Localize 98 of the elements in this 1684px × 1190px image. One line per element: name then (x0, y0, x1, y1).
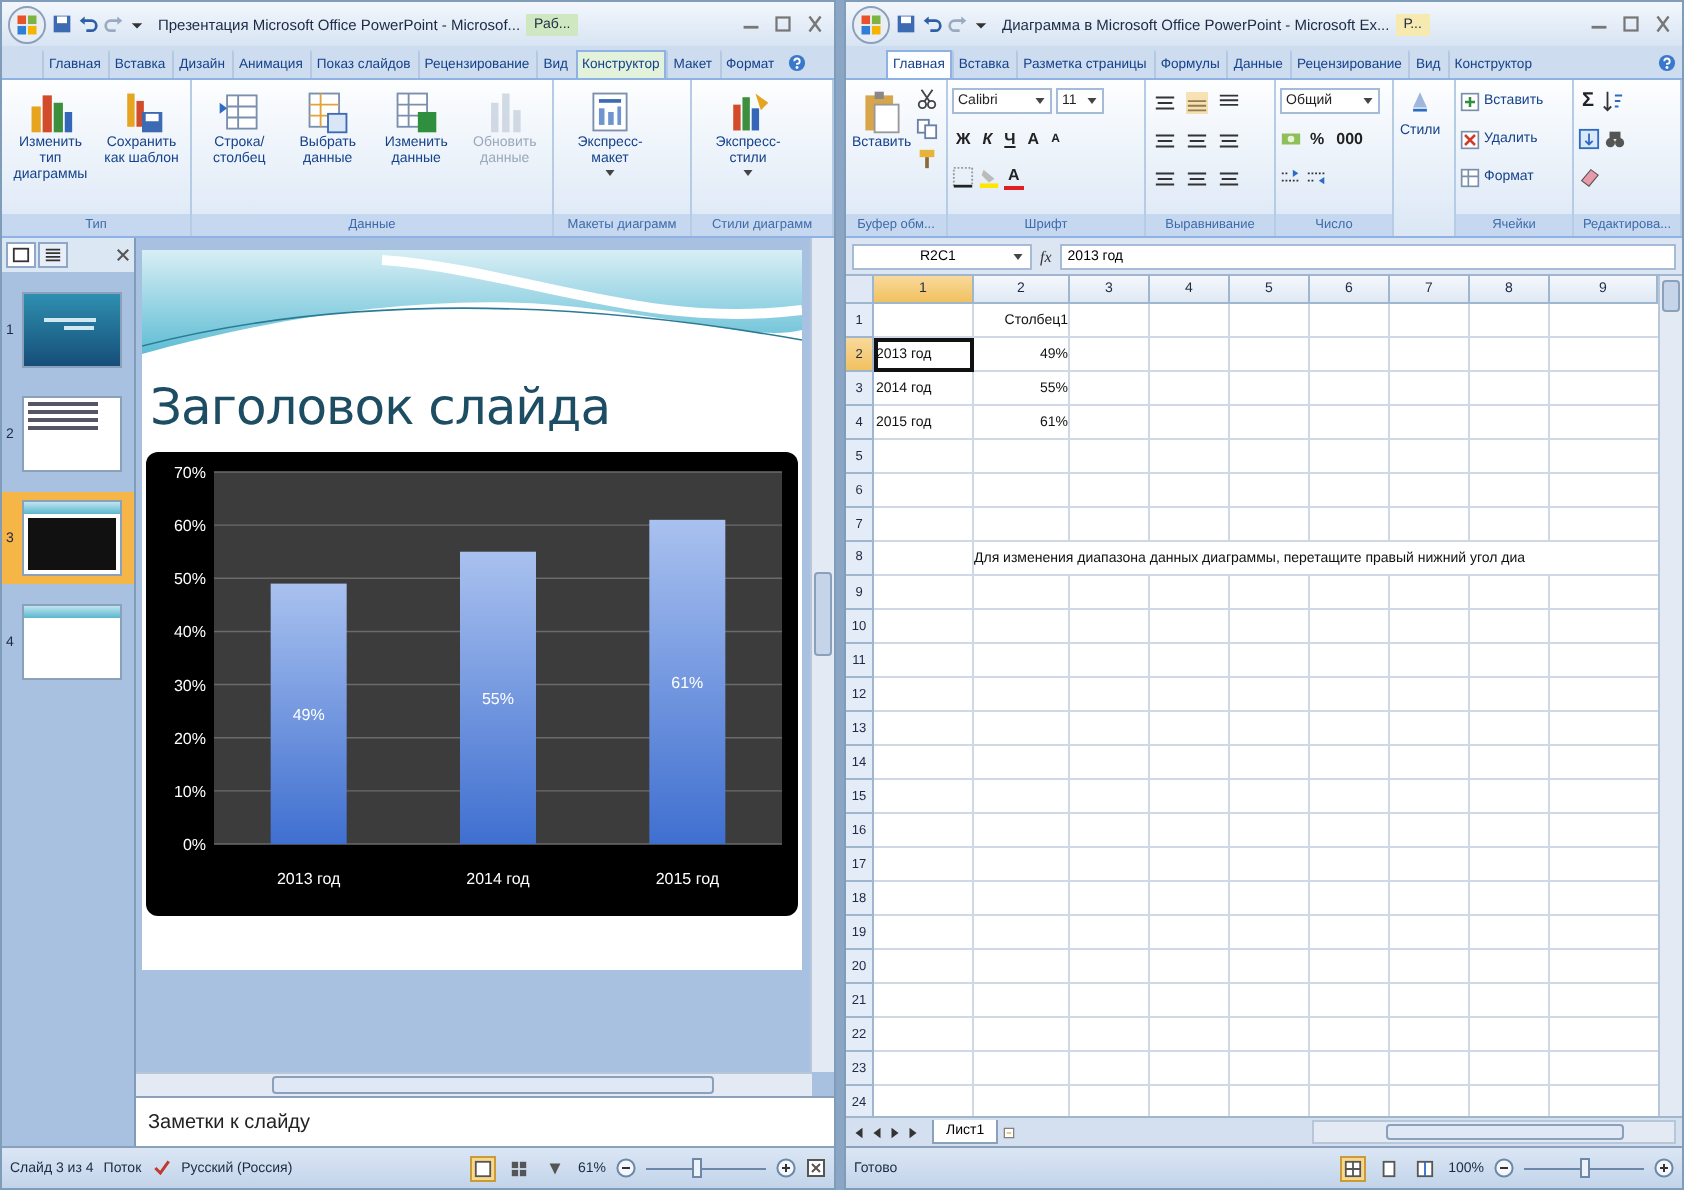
caret-icon (742, 168, 754, 179)
font-style-button[interactable]: A (1023, 125, 1044, 153)
axis-tick-label: 10% (173, 782, 206, 801)
alignment-icon[interactable] (1154, 91, 1176, 113)
percent-button[interactable]: % (1306, 125, 1329, 153)
data-label: 55% (482, 689, 514, 708)
spreadsheet-icon (392, 88, 441, 136)
view-button[interactable] (469, 1155, 496, 1181)
font-style-button[interactable]: Ч (1000, 125, 1020, 153)
help-icon[interactable] (787, 54, 806, 72)
table-arrows-icon (215, 88, 264, 136)
data-label: 49% (292, 705, 325, 724)
autosum-button[interactable]: Σ (1578, 87, 1599, 115)
undo-icon[interactable] (922, 14, 942, 34)
font-style-button[interactable]: К (978, 125, 997, 153)
zoom-out-icon[interactable] (1494, 1158, 1514, 1178)
notes-text: Заметки к слайду (148, 1111, 310, 1133)
function-label[interactable]: fx (1040, 247, 1052, 265)
notes-pane[interactable]: Заметки к слайду (136, 1096, 834, 1146)
normal-view-icon (473, 1159, 492, 1177)
data-label: 61% (671, 673, 704, 692)
horizontal-scrollbar[interactable] (136, 1072, 812, 1096)
maximize-icon[interactable] (770, 14, 796, 34)
alignment-icon[interactable] (1218, 167, 1240, 189)
horizontal-scrollbar[interactable] (1312, 1120, 1676, 1144)
slide-thumbnail (22, 500, 122, 576)
caret-icon (604, 168, 616, 179)
borders-icon[interactable] (952, 166, 974, 188)
caret-icon (1012, 251, 1024, 261)
view-button[interactable] (1340, 1155, 1367, 1181)
close-icon[interactable] (116, 248, 130, 262)
delete-cells-icon (1460, 129, 1480, 149)
undo-icon[interactable] (78, 14, 98, 34)
copy-icon[interactable] (915, 118, 938, 140)
axis-tick-label: 40% (173, 623, 206, 642)
axis-tick-label: 20% (173, 729, 206, 748)
zoom-in-icon[interactable] (776, 1158, 796, 1178)
format-cells-icon (1460, 167, 1480, 187)
caret-icon (1034, 96, 1046, 106)
eraser-icon[interactable] (1578, 166, 1600, 188)
help-icon[interactable] (1658, 54, 1676, 72)
slide-thumbnail (22, 292, 122, 368)
fill-icon[interactable] (1578, 128, 1600, 150)
zoom-in-icon[interactable] (1654, 1158, 1674, 1178)
alignment-icon[interactable] (1186, 167, 1208, 189)
sort-icon[interactable] (1602, 90, 1625, 112)
fit-window-icon[interactable] (806, 1158, 826, 1178)
font-style-button[interactable]: Ж (952, 125, 975, 153)
zoom-slider-thumb[interactable] (1580, 1157, 1590, 1177)
alignment-icon[interactable] (1218, 129, 1240, 151)
maximize-icon[interactable] (1618, 14, 1644, 34)
office-button[interactable] (8, 5, 46, 43)
increase-decimal-icon[interactable] (1280, 166, 1302, 188)
office-button[interactable] (852, 5, 890, 43)
outline-tab[interactable] (38, 242, 68, 268)
scissors-icon[interactable] (915, 88, 938, 110)
page-break-view-icon (1416, 1159, 1435, 1177)
slide-thumbnail (22, 396, 122, 472)
axis-tick-label: 50% (173, 570, 206, 589)
save-icon[interactable] (52, 14, 72, 34)
zoom-slider-thumb[interactable] (692, 1157, 703, 1177)
caret-icon[interactable] (974, 17, 988, 31)
category-label: 2014 год (466, 870, 530, 888)
axis-tick-label: 0% (182, 836, 206, 854)
page-view-icon (1380, 1159, 1399, 1177)
axis-tick-label: 30% (173, 676, 206, 695)
alignment-icon[interactable] (1186, 129, 1208, 151)
caret-icon (1362, 96, 1374, 106)
font-color-button[interactable]: A (1004, 165, 1024, 189)
spellcheck-icon[interactable] (151, 1158, 172, 1178)
slide-icon (12, 246, 30, 264)
fill-color-icon[interactable] (978, 166, 1000, 188)
thousands-button[interactable]: 000 (1332, 125, 1367, 153)
caret-icon[interactable] (130, 17, 144, 31)
binoculars-icon[interactable] (1604, 128, 1626, 150)
view-button[interactable] (1412, 1155, 1439, 1181)
category-label: 2013 год (276, 870, 341, 888)
layout-icon (586, 88, 634, 136)
decrease-decimal-icon[interactable] (1306, 166, 1328, 188)
alignment-icon[interactable] (1154, 129, 1176, 151)
grid-view-icon (1344, 1159, 1363, 1177)
new-sheet-icon[interactable] (1002, 1125, 1017, 1139)
slides-tab[interactable] (6, 242, 36, 268)
table-icon (303, 88, 352, 136)
axis-tick-label: 70% (173, 464, 206, 482)
axis-tick-label: 60% (173, 517, 206, 536)
list-icon (44, 246, 62, 264)
slide-title: Заголовок слайда (148, 376, 613, 440)
category-label: 2015 год (655, 870, 720, 888)
caret-icon (1086, 96, 1098, 106)
paintbrush-icon[interactable] (915, 148, 938, 170)
slide-thumbnail (22, 604, 122, 680)
alignment-icon[interactable] (1154, 167, 1176, 189)
save-icon[interactable] (896, 14, 916, 34)
insert-cells-icon (1460, 91, 1480, 111)
zoom-out-icon[interactable] (616, 1158, 636, 1178)
slideshow-icon (545, 1159, 564, 1177)
grid-view-icon (509, 1159, 528, 1177)
